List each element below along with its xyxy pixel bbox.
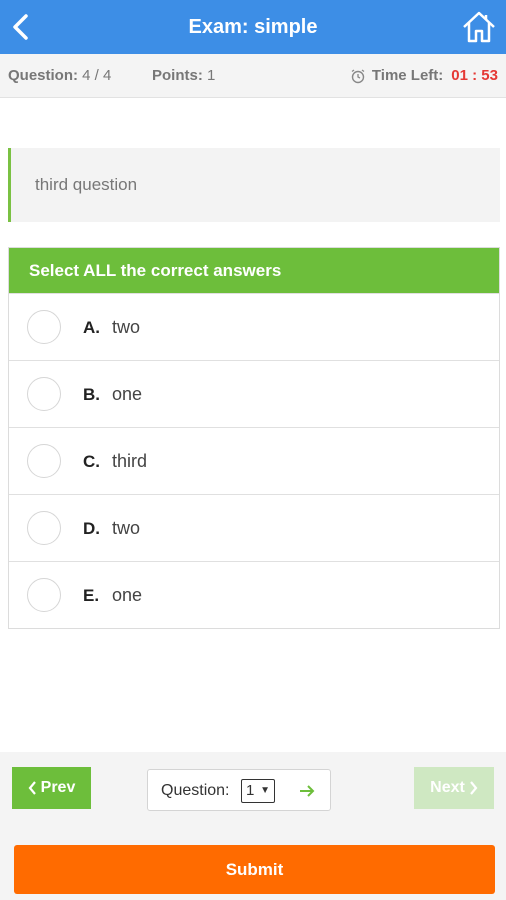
dropdown-caret-icon: ▼ <box>260 785 270 796</box>
chevron-left-icon <box>28 781 36 795</box>
top-app-bar: Exam: simple <box>0 0 506 54</box>
points-label: Points: <box>152 67 203 84</box>
answer-checkbox[interactable] <box>27 377 61 411</box>
question-jump-control: Question: 1 ▼ <box>147 769 331 811</box>
page-title: Exam: simple <box>188 16 318 38</box>
home-icon <box>463 11 495 43</box>
bottom-navigation: Prev Question: 1 ▼ Next Submit <box>0 752 506 900</box>
question-counter-label: Question: <box>8 67 78 84</box>
question-number-select[interactable]: 1 ▼ <box>241 779 275 803</box>
next-button[interactable]: Next <box>414 767 494 809</box>
time-left-label: Time Left: <box>371 67 444 84</box>
question-text: third question <box>35 175 138 194</box>
answer-option-c[interactable]: C. third <box>9 427 499 494</box>
question-counter-value: 4 / 4 <box>82 67 112 84</box>
option-letter: D. <box>83 519 100 538</box>
answer-option-b[interactable]: B. one <box>9 360 499 427</box>
points-value: 1 <box>207 67 216 84</box>
answer-checkbox[interactable] <box>27 310 61 344</box>
option-text: two <box>112 518 141 538</box>
answers-instruction: Select ALL the correct answers <box>9 248 499 293</box>
option-letter: E. <box>83 586 100 605</box>
points-display: Points: 1 <box>152 54 215 98</box>
option-text: third <box>112 451 148 471</box>
next-button-label: Next <box>430 779 465 796</box>
option-text: two <box>112 317 141 337</box>
countdown-timer: 01 : 53 <box>451 67 498 84</box>
question-number-value: 1 <box>246 782 255 799</box>
answer-options-panel: Select ALL the correct answers A. two B.… <box>8 247 500 629</box>
chevron-right-icon <box>469 781 478 795</box>
question-jump-label: Question: <box>161 782 230 799</box>
prev-button-label: Prev <box>40 779 76 796</box>
exam-info-bar: Question: 4 / 4 Points: 1 Time Left: 01 … <box>0 54 506 98</box>
answer-checkbox[interactable] <box>27 511 61 545</box>
alarm-clock-icon <box>351 69 365 84</box>
option-text: one <box>112 384 143 404</box>
answer-checkbox[interactable] <box>27 578 61 612</box>
answer-option-e[interactable]: E. one <box>9 561 499 628</box>
home-button[interactable] <box>462 10 496 44</box>
answer-option-a[interactable]: A. two <box>9 293 499 360</box>
time-left: Time Left: 01 : 53 <box>350 54 498 98</box>
question-card: third question <box>8 148 500 222</box>
answer-option-d[interactable]: D. two <box>9 494 499 561</box>
option-letter: C. <box>83 452 100 471</box>
option-letter: B. <box>83 385 100 404</box>
option-letter: A. <box>83 318 100 337</box>
prev-button[interactable]: Prev <box>12 767 91 809</box>
question-counter: Question: 4 / 4 <box>8 54 111 98</box>
submit-button[interactable]: Submit <box>14 845 495 894</box>
option-text: one <box>112 585 143 605</box>
arrow-right-icon[interactable] <box>297 780 317 802</box>
answer-checkbox[interactable] <box>27 444 61 478</box>
